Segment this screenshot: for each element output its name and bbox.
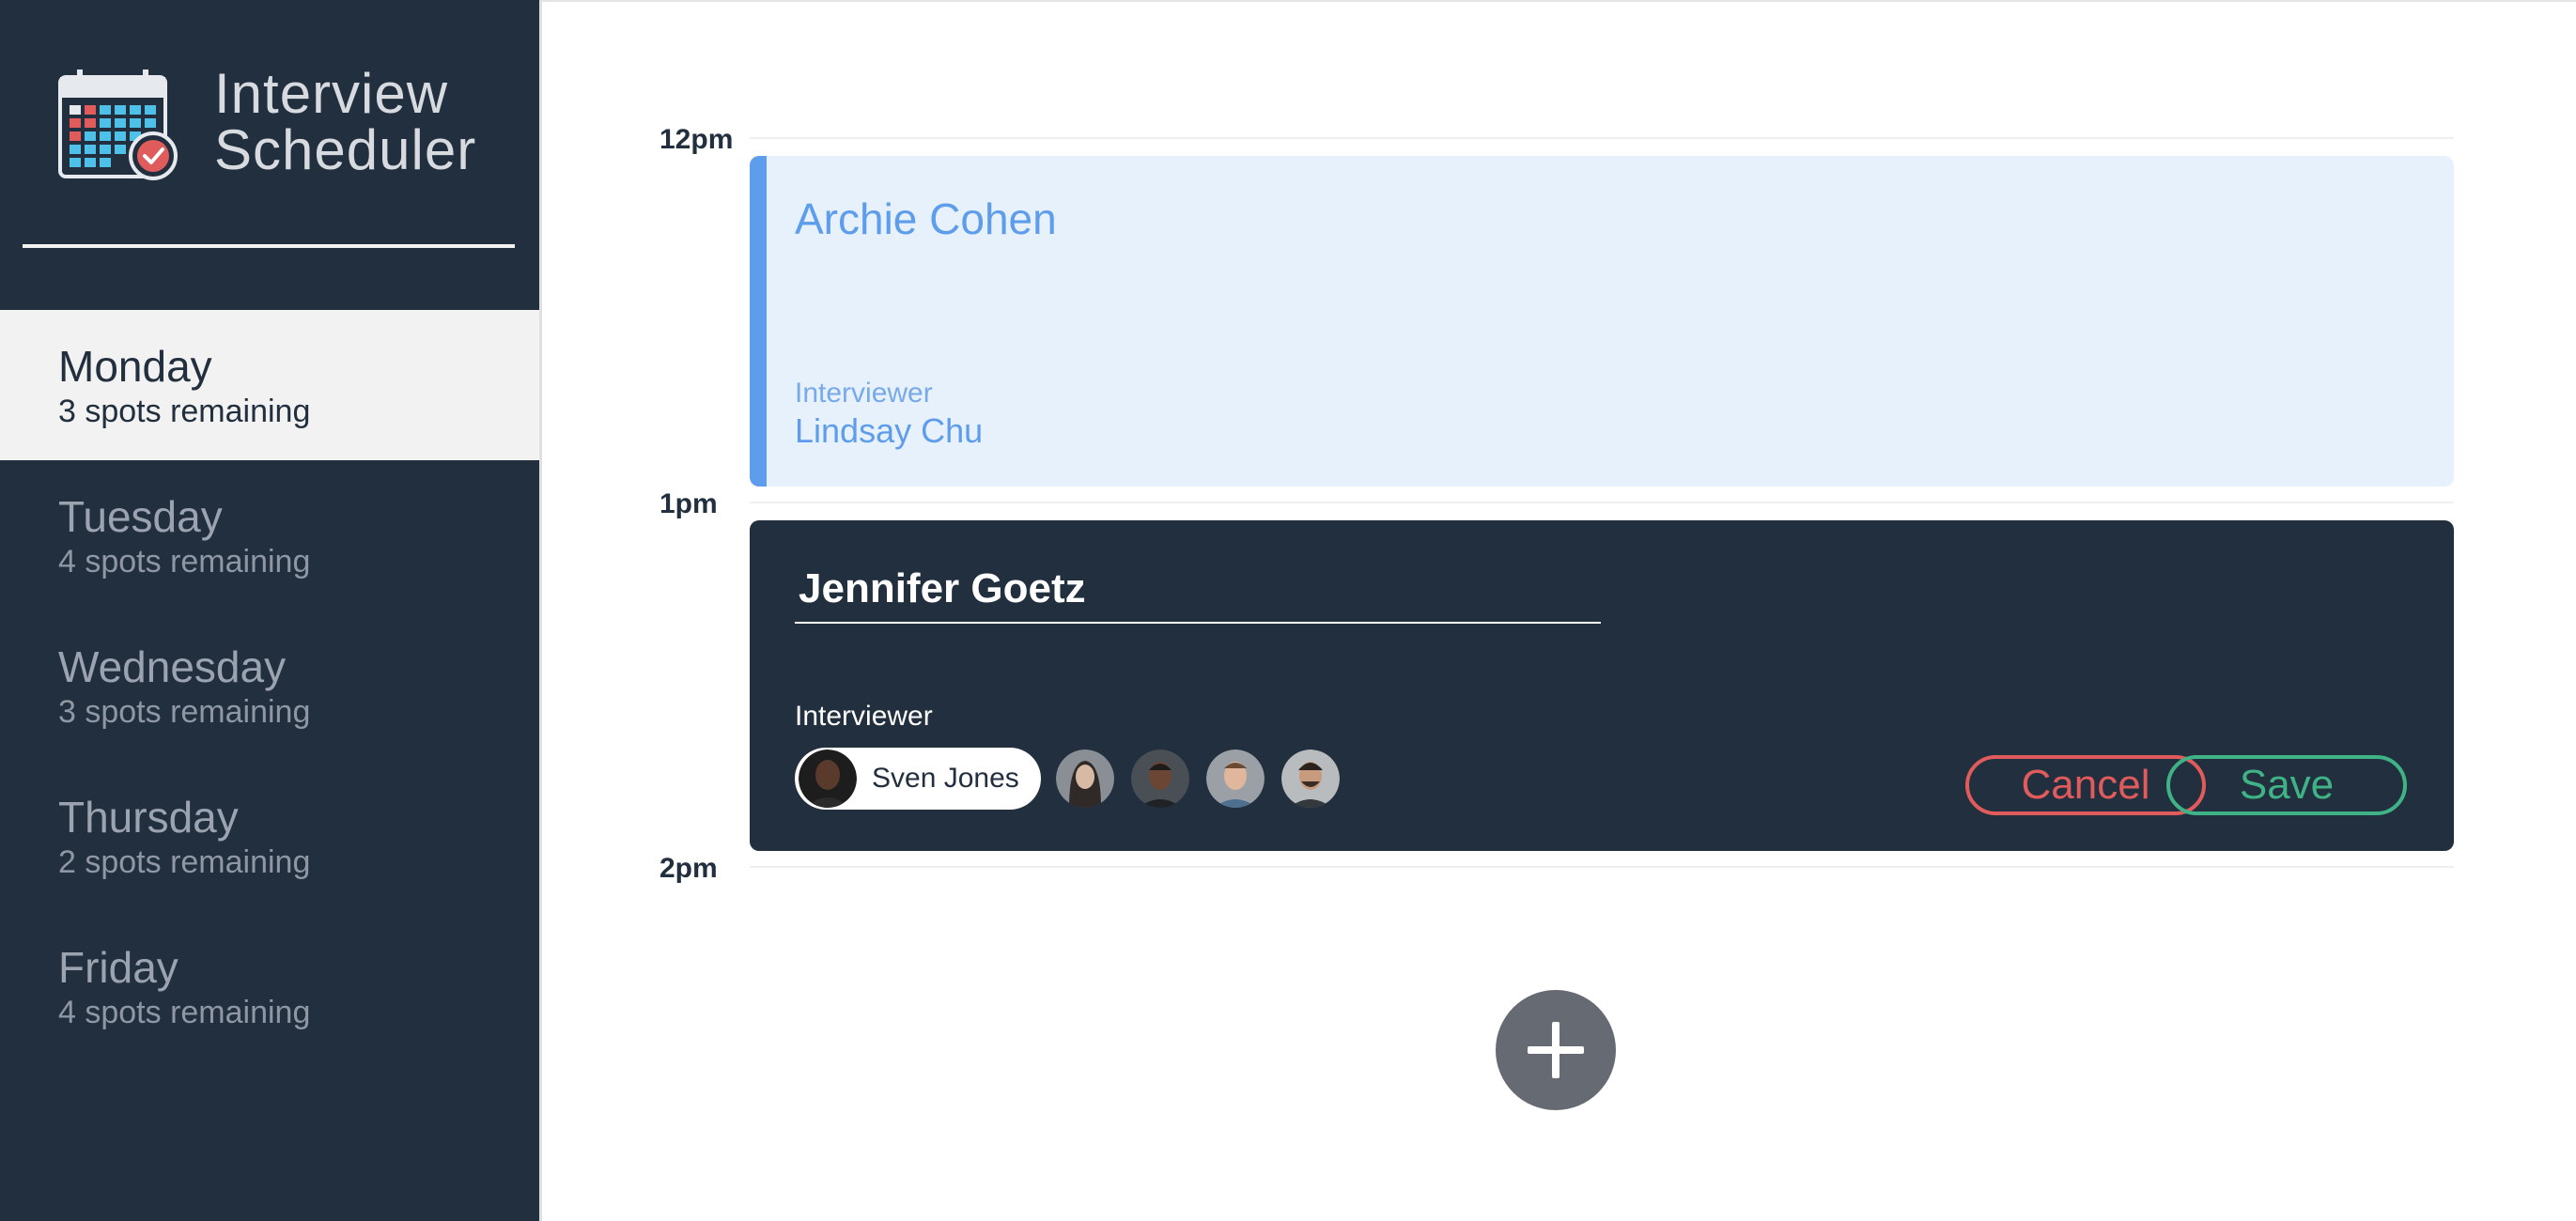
sidebar: Interview Scheduler Monday 3 spots remai…	[0, 0, 539, 1221]
day-spots: 3 spots remaining	[58, 694, 311, 730]
interviewer-option-selected[interactable]: Sven Jones	[795, 748, 1041, 810]
time-label-2pm: 2pm	[660, 853, 718, 884]
app-title-line1: Interview	[214, 62, 449, 125]
add-appointment-button[interactable]	[1496, 990, 1616, 1110]
day-name: Wednesday	[58, 642, 287, 691]
interviewer-name: Sven Jones	[872, 763, 1019, 794]
day-list: Monday 3 spots remaining Tuesday 4 spots…	[0, 310, 539, 1061]
day-name: Friday	[58, 943, 178, 992]
appointment-accent-bar	[750, 156, 767, 487]
student-name-input[interactable]	[795, 556, 1601, 624]
day-name: Thursday	[58, 793, 239, 842]
schedule: 12pm Archie Cohen Interviewer Lindsay Ch…	[539, 0, 2576, 1221]
time-divider	[750, 866, 2454, 868]
day-spots: 2 spots remaining	[58, 844, 311, 880]
time-divider	[750, 137, 2454, 139]
day-item-thursday[interactable]: Thursday 2 spots remaining	[0, 761, 539, 911]
interviewer-name: Lindsay Chu	[795, 411, 984, 450]
sidebar-divider	[23, 244, 515, 248]
interview-scheduler-app: Interview Scheduler Monday 3 spots remai…	[0, 0, 2576, 1221]
app-title: Interview Scheduler	[214, 66, 476, 178]
time-label-12pm: 12pm	[660, 124, 734, 155]
save-button[interactable]: Save	[2166, 755, 2407, 815]
day-name: Tuesday	[58, 492, 223, 541]
interviewer-option-avatar[interactable]	[1056, 750, 1114, 808]
day-spots: 3 spots remaining	[58, 394, 311, 429]
interviewer-label: Interviewer	[795, 701, 933, 732]
plus-icon	[1528, 1022, 1584, 1078]
student-name: Archie Cohen	[795, 194, 1057, 243]
appointment-form: Interviewer Sven Jones	[750, 520, 2454, 851]
day-spots: 4 spots remaining	[58, 544, 311, 580]
interviewer-option-avatar[interactable]	[1281, 750, 1340, 808]
schedule-left-border	[539, 0, 542, 1221]
time-label-1pm: 1pm	[660, 488, 718, 519]
calendar-check-icon	[58, 70, 178, 180]
day-spots: 4 spots remaining	[58, 995, 311, 1030]
day-item-monday[interactable]: Monday 3 spots remaining	[0, 310, 539, 460]
time-divider	[750, 502, 2454, 503]
interviewer-list: Sven Jones	[795, 748, 1357, 810]
day-item-tuesday[interactable]: Tuesday 4 spots remaining	[0, 460, 539, 610]
schedule-top-border	[539, 0, 2576, 2]
interviewer-option-avatar[interactable]	[1131, 750, 1189, 808]
app-title-line2: Scheduler	[214, 118, 477, 181]
interviewer-option-avatar[interactable]	[1206, 750, 1265, 808]
interviewer-label: Interviewer	[795, 378, 933, 409]
day-name: Monday	[58, 342, 212, 391]
day-item-friday[interactable]: Friday 4 spots remaining	[0, 911, 539, 1061]
avatar	[799, 750, 857, 808]
appointment-card[interactable]: Archie Cohen Interviewer Lindsay Chu	[750, 156, 2454, 487]
day-item-wednesday[interactable]: Wednesday 3 spots remaining	[0, 610, 539, 761]
